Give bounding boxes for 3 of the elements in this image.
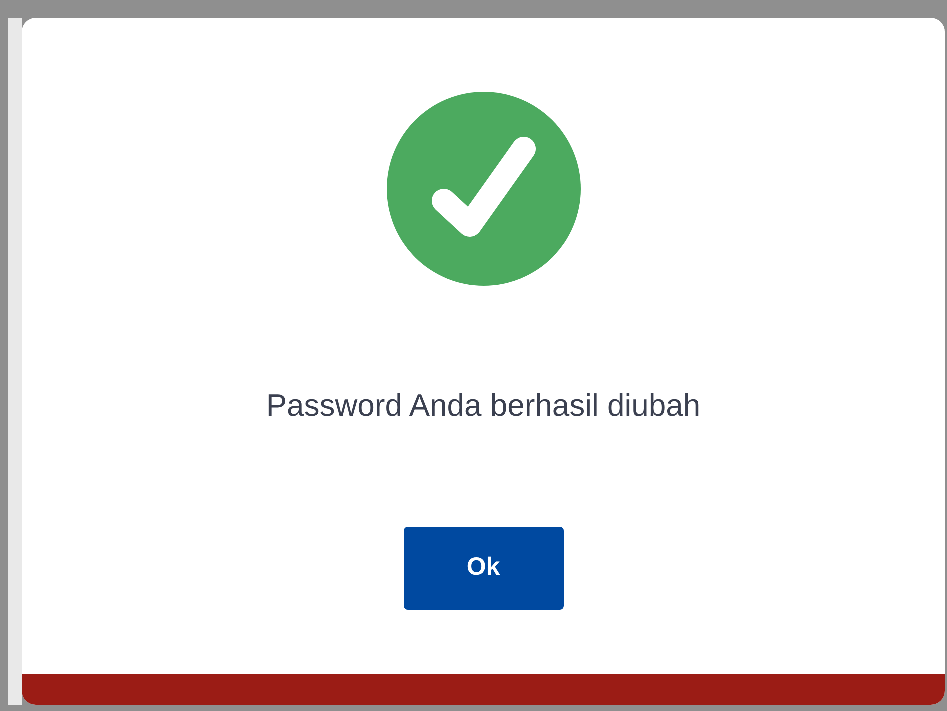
success-message: Password Anda berhasil diubah [266,387,701,425]
success-check-icon [386,91,582,287]
ok-button[interactable]: Ok [404,526,564,610]
